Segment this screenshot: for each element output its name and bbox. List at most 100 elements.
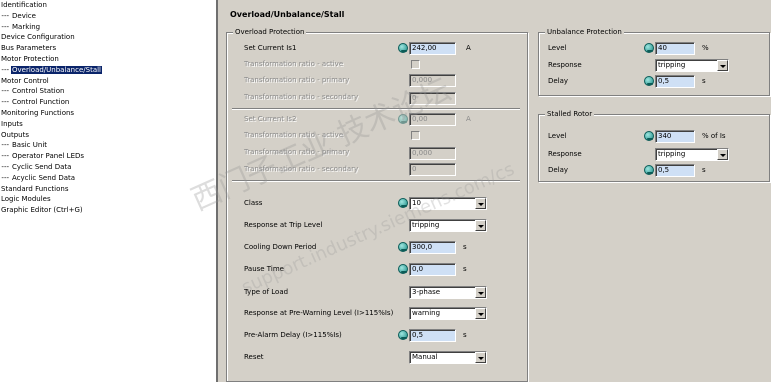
- tree-item-label: Identification: [1, 1, 47, 9]
- unbalance-protection-title: Unbalance Protection: [545, 27, 624, 37]
- tree-item[interactable]: --- Device: [0, 11, 37, 22]
- prealarm-delay-unit: s: [463, 331, 467, 339]
- chevron-down-icon[interactable]: [475, 308, 486, 319]
- info-icon[interactable]: [398, 198, 408, 208]
- tree-item[interactable]: --- Cyclic Send Data: [0, 162, 72, 173]
- load-type-select[interactable]: 3-phase: [409, 286, 487, 299]
- prealarm-delay-label: Pre-Alarm Delay (I>115%Is): [244, 331, 342, 339]
- chevron-down-icon[interactable]: [475, 287, 486, 298]
- tr-active-1-label: Transformation ratio - active: [244, 60, 344, 68]
- unbalance-response-label: Response: [548, 61, 582, 69]
- chevron-down-icon[interactable]: [717, 60, 728, 71]
- tree-item-label: Logic Modules: [1, 195, 51, 204]
- response-trip-value: tripping: [412, 221, 440, 229]
- pause-unit: s: [463, 265, 467, 273]
- tree-branch-line: ---: [1, 173, 9, 182]
- tree-branch-line: ---: [1, 11, 9, 20]
- tr-secondary-2-input[interactable]: 0: [409, 163, 456, 176]
- tr-active-2-label: Transformation ratio - active: [244, 131, 344, 139]
- load-type-value: 3-phase: [412, 288, 441, 296]
- tr-primary-1-input[interactable]: 0,000: [409, 74, 456, 87]
- tree-item-label: Basic Unit: [12, 141, 48, 150]
- class-select[interactable]: 10: [409, 197, 487, 210]
- stalled-level-label: Level: [548, 132, 567, 140]
- tree-item[interactable]: --- Acyclic Send Data: [0, 173, 76, 184]
- info-icon[interactable]: [644, 43, 654, 53]
- chevron-down-icon[interactable]: [475, 352, 486, 363]
- info-icon[interactable]: [398, 330, 408, 340]
- tree-item-label: Motor Protection: [1, 55, 59, 63]
- tree-item[interactable]: Motor Protection: [0, 54, 60, 65]
- response-prewarn-select[interactable]: warning: [409, 307, 487, 320]
- chevron-down-icon[interactable]: [475, 220, 486, 231]
- response-trip-select[interactable]: tripping: [409, 219, 487, 232]
- tree-item-label: Graphic Editor (Ctrl+G): [1, 206, 83, 215]
- unbalance-level-label: Level: [548, 44, 567, 52]
- tree-branch-line: ---: [1, 65, 9, 74]
- reset-select[interactable]: Manual: [409, 351, 487, 364]
- info-icon[interactable]: [398, 242, 408, 252]
- stalled-level-unit: % of Is: [702, 132, 726, 140]
- tree-item[interactable]: --- Basic Unit: [0, 140, 48, 151]
- set-current-2-unit: A: [466, 115, 471, 123]
- tree-item[interactable]: --- Control Station: [0, 86, 65, 97]
- info-icon[interactable]: [398, 43, 408, 53]
- unbalance-level-input[interactable]: 40: [655, 42, 695, 55]
- overload-protection-title: Overload Protection: [233, 27, 307, 37]
- set-current-1-input[interactable]: 242,00: [409, 42, 456, 55]
- stalled-response-select[interactable]: tripping: [655, 148, 729, 161]
- tree-item-label: Operator Panel LEDs: [12, 152, 85, 161]
- pause-input[interactable]: 0,0: [409, 263, 456, 276]
- tree-item-label: Overload/Unbalance/Stall: [11, 65, 103, 74]
- prealarm-delay-input[interactable]: 0,5: [409, 329, 456, 342]
- set-current-2-input[interactable]: 0,00: [409, 113, 456, 126]
- info-icon[interactable]: [398, 264, 408, 274]
- separator: [232, 108, 520, 110]
- tree-item[interactable]: --- Control Function: [0, 97, 70, 108]
- reset-value: Manual: [412, 353, 438, 361]
- stalled-response-value: tripping: [658, 150, 686, 158]
- stalled-rotor-title: Stalled Rotor: [545, 109, 595, 119]
- chevron-down-icon[interactable]: [475, 198, 486, 209]
- tree-item[interactable]: Monitoring Functions: [0, 108, 75, 119]
- set-current-1-unit: A: [466, 44, 471, 52]
- tree-item[interactable]: --- Marking: [0, 22, 41, 33]
- stalled-level-input[interactable]: 340: [655, 130, 695, 143]
- info-icon[interactable]: [398, 114, 408, 124]
- tree-item-label: Control Station: [12, 87, 65, 96]
- tree-item-label: Bus Parameters: [1, 44, 57, 53]
- tr-secondary-1-input[interactable]: 0: [409, 92, 456, 105]
- tree-item-label: Marking: [12, 22, 41, 31]
- unbalance-response-value: tripping: [658, 61, 686, 69]
- tree-item[interactable]: Logic Modules: [0, 194, 52, 205]
- unbalance-delay-input[interactable]: 0,5: [655, 75, 695, 88]
- tr-secondary-2-label: Transformation ratio - secondary: [244, 165, 359, 173]
- info-icon[interactable]: [644, 76, 654, 86]
- tr-active-2-checkbox[interactable]: [411, 131, 420, 140]
- tree-item[interactable]: Inputs: [0, 119, 24, 130]
- response-prewarn-value: warning: [412, 309, 441, 317]
- tr-primary-2-input[interactable]: 0,000: [409, 147, 456, 160]
- chevron-down-icon[interactable]: [717, 149, 728, 160]
- cooling-input[interactable]: 300,0: [409, 241, 456, 254]
- tree-item-label: Monitoring Functions: [1, 109, 75, 117]
- tree-item[interactable]: --- Operator Panel LEDs: [0, 151, 85, 162]
- tree-item[interactable]: Device Configuration: [0, 32, 76, 43]
- tree-item[interactable]: Bus Parameters: [0, 43, 57, 54]
- tree-item[interactable]: Identification: [0, 0, 48, 11]
- tr-active-1-checkbox[interactable]: [411, 60, 420, 69]
- info-icon[interactable]: [644, 165, 654, 175]
- tree-item[interactable]: Outputs: [0, 130, 30, 141]
- info-icon[interactable]: [644, 131, 654, 141]
- tree-item[interactable]: Graphic Editor (Ctrl+G): [0, 205, 84, 216]
- tree-item[interactable]: Standard Functions: [0, 184, 70, 195]
- unbalance-response-select[interactable]: tripping: [655, 59, 729, 72]
- pause-label: Pause Time: [244, 265, 284, 273]
- tree-item-label: Acyclic Send Data: [12, 173, 76, 182]
- tree-branch-line: ---: [1, 141, 9, 150]
- tree-item[interactable]: Motor Control: [0, 76, 50, 87]
- stalled-delay-input[interactable]: 0,5: [655, 164, 695, 177]
- tree-item-label: Inputs: [1, 119, 23, 128]
- tree-branch-line: ---: [1, 87, 9, 96]
- tree-item[interactable]: --- Overload/Unbalance/Stall: [0, 65, 103, 76]
